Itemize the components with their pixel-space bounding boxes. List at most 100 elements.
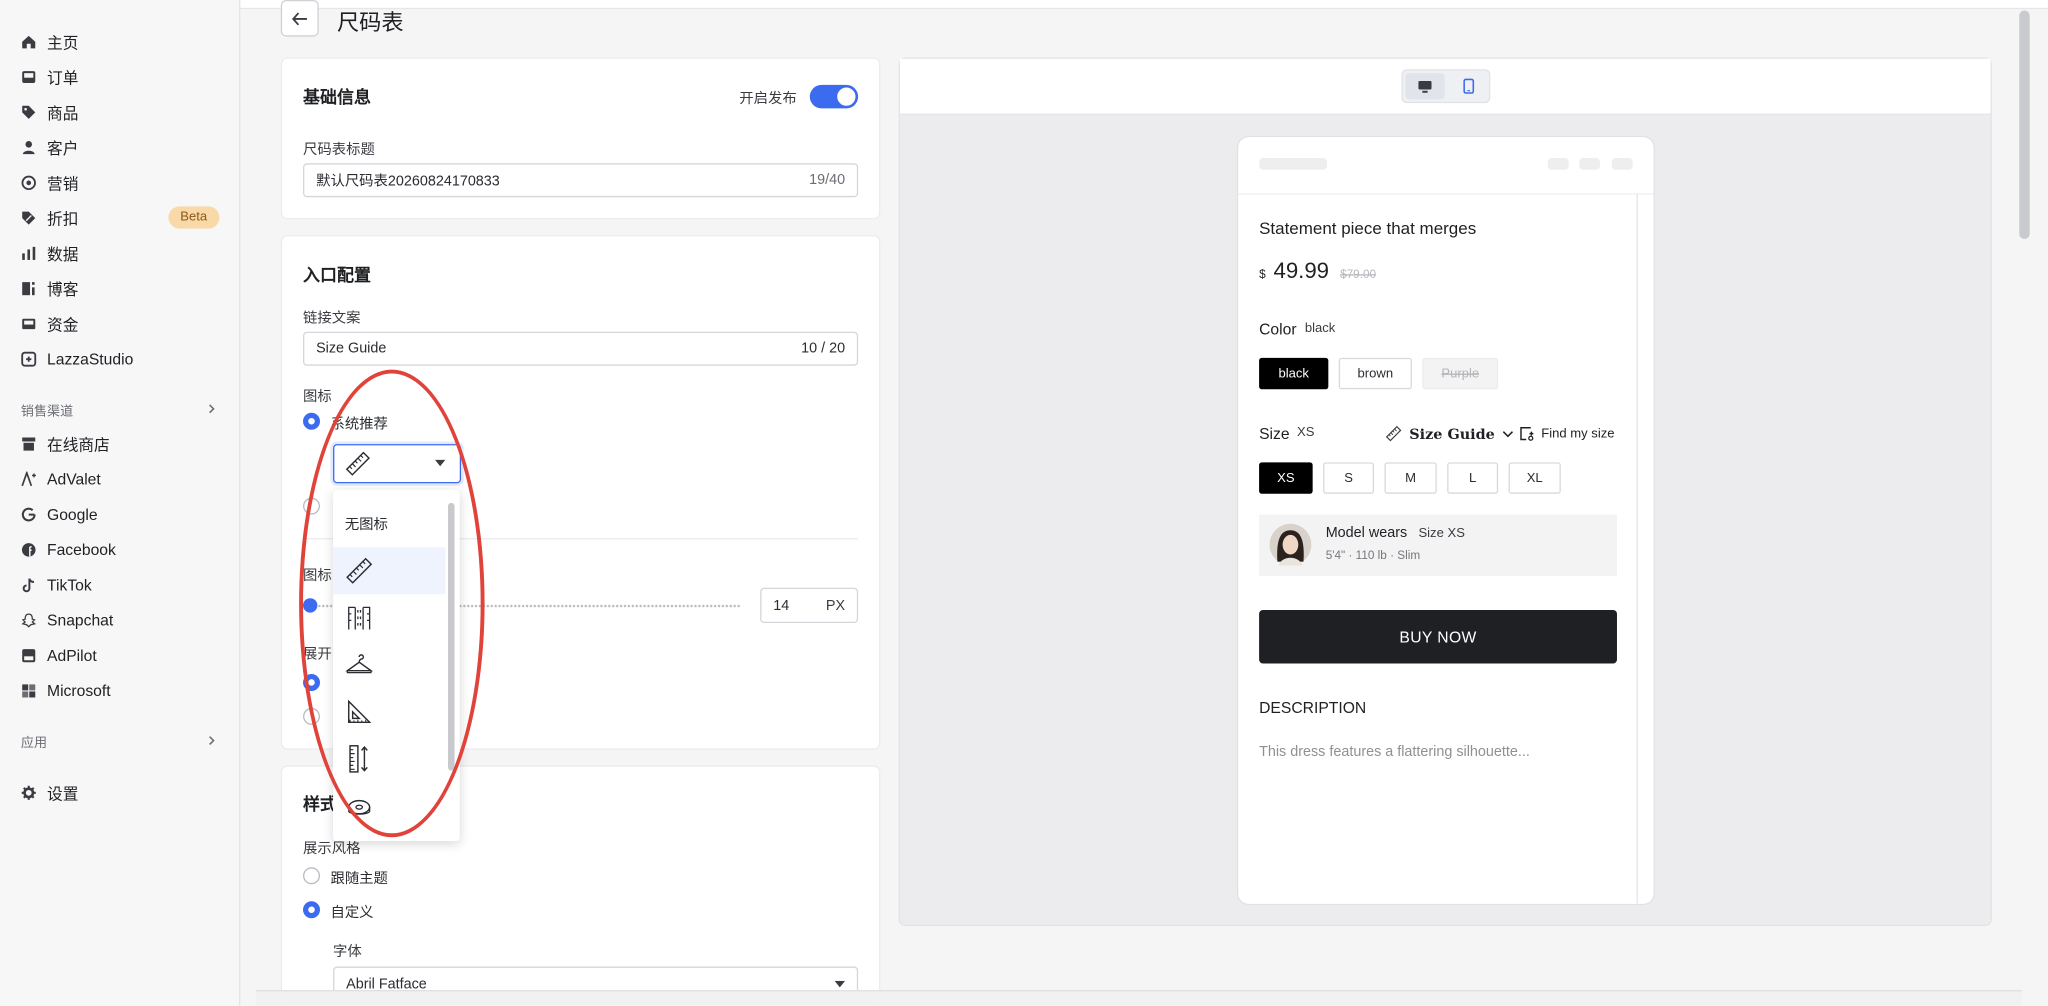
hanger-icon xyxy=(345,654,374,674)
description-title: DESCRIPTION xyxy=(1259,698,1367,718)
sidebar-item-label: 折扣 xyxy=(47,209,79,228)
adpilot-icon xyxy=(22,649,36,663)
sidebar-channel-google[interactable]: Google xyxy=(21,502,217,528)
model-avatar xyxy=(1269,523,1312,566)
publish-toggle[interactable] xyxy=(809,84,859,109)
mobile-view-button[interactable] xyxy=(1448,73,1487,99)
icon-size-slider-handle[interactable] xyxy=(303,598,318,613)
link-text-input[interactable]: Size Guide 10 / 20 xyxy=(303,331,859,366)
sidebar-item-label: AdValet xyxy=(47,470,101,489)
sidebar-channel-adpilot[interactable]: AdPilot xyxy=(21,643,217,669)
icon-system-label: 系统推荐 xyxy=(330,416,388,433)
sidebar-item-label: 商品 xyxy=(47,103,79,123)
icon-dropdown-menu: 无图标 xyxy=(333,489,460,842)
color-option-purple[interactable]: Purple xyxy=(1422,357,1499,390)
size-guide-text: Size Guide xyxy=(1409,425,1495,443)
sidebar-item-label: Google xyxy=(47,505,98,524)
char-count: 10 / 20 xyxy=(801,340,846,357)
sidebar-item-orders[interactable]: 订单 xyxy=(21,64,217,90)
sidebar-item-blog[interactable]: 博客 xyxy=(21,276,217,302)
model-size: Size XS xyxy=(1418,526,1465,541)
sidebar-channel-advalet[interactable]: AdValet xyxy=(21,466,217,492)
custom-style-radio[interactable] xyxy=(303,901,320,919)
mobile-icon xyxy=(1462,78,1474,94)
dropdown-option-hanger[interactable] xyxy=(333,641,445,688)
google-icon xyxy=(21,507,36,522)
publish-label: 开启发布 xyxy=(739,91,797,108)
size-option-s[interactable]: S xyxy=(1323,462,1375,494)
follow-theme-radio[interactable] xyxy=(303,867,320,885)
gear-icon xyxy=(21,785,36,800)
dropdown-option-vertical-ruler[interactable] xyxy=(333,735,445,782)
sidebar-item-label: 订单 xyxy=(47,68,79,87)
caret-down-icon xyxy=(834,980,846,988)
sidebar-item-label: Microsoft xyxy=(47,681,111,701)
sidebar-item-products[interactable]: 商品 xyxy=(21,99,217,125)
measuring-tape-icon xyxy=(348,606,371,630)
size-guide-link[interactable]: Size Guide xyxy=(1385,423,1515,444)
sidebar-channel-microsoft[interactable]: Microsoft xyxy=(21,678,217,704)
page-vertical-scrollbar[interactable] xyxy=(2019,10,2030,240)
expand-option-2-radio[interactable] xyxy=(303,707,320,725)
size-option-l[interactable]: L xyxy=(1447,462,1499,494)
sidebar-channel-online-store[interactable]: 在线商店 xyxy=(21,431,217,457)
person-icon xyxy=(22,141,35,155)
size-option-m[interactable]: M xyxy=(1384,462,1437,494)
page-horizontal-scrollbar[interactable] xyxy=(255,990,2022,1006)
icon-select[interactable] xyxy=(333,444,462,484)
size-option-xs[interactable]: XS xyxy=(1259,462,1313,494)
phone-header-divider xyxy=(1238,193,1654,195)
sidebar-item-finance[interactable]: 资金 xyxy=(21,311,217,337)
sidebar-channel-snapchat[interactable]: Snapchat xyxy=(21,607,217,633)
buy-now-button[interactable]: BUY NOW xyxy=(1259,609,1617,664)
sales-channels-section[interactable]: 销售渠道 xyxy=(21,398,217,419)
product-title: Statement piece that merges xyxy=(1259,218,1477,238)
dropdown-option-measuring-tape[interactable] xyxy=(333,594,445,641)
apps-section[interactable]: 应用 xyxy=(21,730,217,751)
color-option-brown[interactable]: brown xyxy=(1338,357,1412,390)
input-value: Size Guide xyxy=(316,340,387,357)
icon-custom-radio[interactable] xyxy=(303,497,320,515)
input-value: 默认尺码表20260824170833 xyxy=(316,173,500,190)
section-title: 应用 xyxy=(20,735,48,751)
sidebar-item-discounts[interactable]: 折扣 Beta xyxy=(21,205,219,231)
input-value: 14 xyxy=(773,597,790,614)
description-text: This dress features a flattering silhoue… xyxy=(1259,744,1530,761)
dropdown-scrollbar[interactable] xyxy=(447,502,455,771)
color-option-black[interactable]: black xyxy=(1259,357,1329,390)
dropdown-option-set-square[interactable] xyxy=(333,688,445,735)
tape-measure-roll-icon xyxy=(348,799,371,815)
sidebar-item-settings[interactable]: 设置 xyxy=(21,780,217,806)
back-button[interactable] xyxy=(280,0,319,37)
icon-system-radio[interactable] xyxy=(303,412,320,430)
beta-badge: Beta xyxy=(168,206,219,229)
model-info-box xyxy=(1259,514,1617,576)
dropdown-option-tape-roll[interactable] xyxy=(333,782,445,829)
sidebar-item-label: 营销 xyxy=(47,174,79,193)
sidebar-item-label: 主页 xyxy=(47,33,79,52)
link-text-label: 链接文案 xyxy=(303,310,361,327)
size-option-xl[interactable]: XL xyxy=(1508,462,1561,494)
expand-option-1-radio[interactable] xyxy=(303,673,320,691)
sidebar-item-customers[interactable]: 客户 xyxy=(21,135,217,161)
sidebar-item-label: 数据 xyxy=(47,244,79,264)
skeleton-logo xyxy=(1259,158,1328,170)
desktop-view-button[interactable] xyxy=(1405,73,1445,100)
skeleton-icon xyxy=(1579,158,1600,170)
sidebar-item-analytics[interactable]: 数据 xyxy=(21,240,217,266)
sidebar-item-home[interactable]: 主页 xyxy=(21,29,217,55)
sidebar-item-marketing[interactable]: 营销 xyxy=(21,170,217,196)
find-my-size-link[interactable]: Find my size xyxy=(1519,424,1615,442)
sidebar-item-lazzastudio[interactable]: LazzaStudio xyxy=(21,346,217,372)
dropdown-option-ruler[interactable] xyxy=(333,547,446,595)
dropdown-option-no-icon[interactable]: 无图标 xyxy=(333,500,445,547)
size-chart-title-input[interactable]: 默认尺码表20260824170833 19/40 xyxy=(303,163,859,198)
icon-size-input[interactable]: 14 PX xyxy=(760,587,859,624)
sidebar-channel-facebook[interactable]: Facebook xyxy=(21,537,217,563)
toggle-knob xyxy=(837,87,856,106)
sidebar-item-label: 设置 xyxy=(47,784,79,803)
sidebar-channel-tiktok[interactable]: TikTok xyxy=(21,572,217,598)
model-details: 5'4" · 110 lb · Slim xyxy=(1325,548,1421,562)
inbox-icon xyxy=(22,71,36,83)
sidebar-item-label: 博客 xyxy=(47,280,79,299)
